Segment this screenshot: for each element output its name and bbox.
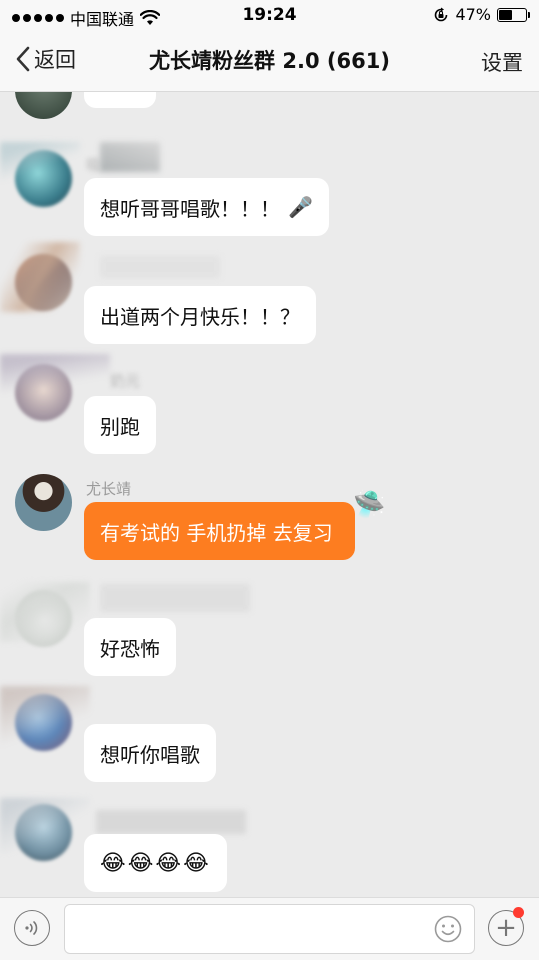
message-text: 想听你唱歌 xyxy=(100,742,200,767)
group-title: 尤长靖粉丝群 2.0 (661) xyxy=(149,49,390,73)
chat-screen: 中国联通 19:24 47% 返回 尤长靖粉丝群 2.0 (661) 设置 吸 … xyxy=(0,0,539,960)
message-bubble[interactable]: 好恐怖 xyxy=(84,618,176,676)
input-bar: + xyxy=(0,897,539,960)
nav-bar: 返回 尤长靖粉丝群 2.0 (661) 设置 xyxy=(0,36,539,86)
redaction-scribble xyxy=(0,582,90,642)
microphone-icon: 🎤 xyxy=(288,195,313,219)
message-bubble[interactable]: 😂😂😂😂 xyxy=(84,834,227,892)
voice-icon xyxy=(25,921,38,935)
message-bubble[interactable]: 唱歌 xyxy=(84,92,156,108)
message-bubble[interactable]: 出道两个月快乐！！？ xyxy=(84,286,316,344)
sender-name: 吸 xyxy=(86,156,102,174)
avatar[interactable] xyxy=(15,92,72,119)
battery-percent: 47% xyxy=(455,5,491,24)
message-input[interactable] xyxy=(64,904,475,954)
message-text: 别跑 xyxy=(100,414,140,439)
sender-name: 奶元 xyxy=(110,372,141,390)
plus-icon: + xyxy=(495,913,517,943)
redaction-scribble xyxy=(0,686,90,756)
message-bubble[interactable]: 别跑 xyxy=(84,396,156,454)
ufo-sparkles-icon: 🛸 xyxy=(353,490,386,520)
notification-dot xyxy=(513,907,524,918)
status-bar: 中国联通 19:24 47% xyxy=(0,0,539,32)
message-bubble[interactable]: 想听你唱歌 xyxy=(84,724,216,782)
message-text: 想听哥哥唱歌！！！ xyxy=(100,196,280,221)
voice-button[interactable] xyxy=(14,910,50,946)
laughing-emoji-icons: 😂😂😂😂 xyxy=(100,850,211,876)
smiley-icon[interactable] xyxy=(433,914,463,944)
message-text: 出道两个月快乐！！？ xyxy=(100,304,300,329)
battery-icon xyxy=(497,7,530,22)
status-right: 47% xyxy=(433,5,530,24)
sender-name: 尤长靖 xyxy=(86,480,132,498)
message-list[interactable]: 唱歌 吸 想听哥哥唱歌！！！ 🎤 出道两个月快乐！！？ xyxy=(0,92,539,897)
message-text: 唱歌 xyxy=(100,92,140,94)
settings-button[interactable]: 设置 xyxy=(481,47,523,77)
top-bar: 中国联通 19:24 47% 返回 尤长靖粉丝群 2.0 (661) 设置 xyxy=(0,0,539,92)
message-bubble-highlighted[interactable]: 有考试的 手机扔掉 去复习 xyxy=(84,502,355,560)
message-text: 好恐怖 xyxy=(100,636,160,661)
redaction-scribble xyxy=(0,242,80,312)
avatar[interactable] xyxy=(15,474,72,531)
redaction-scribble xyxy=(96,810,246,834)
message-bubble[interactable]: 想听哥哥唱歌！！！ 🎤 xyxy=(84,178,329,236)
rotation-lock-icon xyxy=(435,7,448,21)
redaction-scribble xyxy=(0,142,80,182)
redaction-scribble xyxy=(0,354,110,394)
redaction-scribble xyxy=(0,798,90,853)
redaction-scribble xyxy=(100,256,220,278)
redaction-scribble xyxy=(100,142,160,172)
message-text: 有考试的 手机扔掉 去复习 xyxy=(100,520,333,545)
redaction-scribble xyxy=(100,584,250,612)
